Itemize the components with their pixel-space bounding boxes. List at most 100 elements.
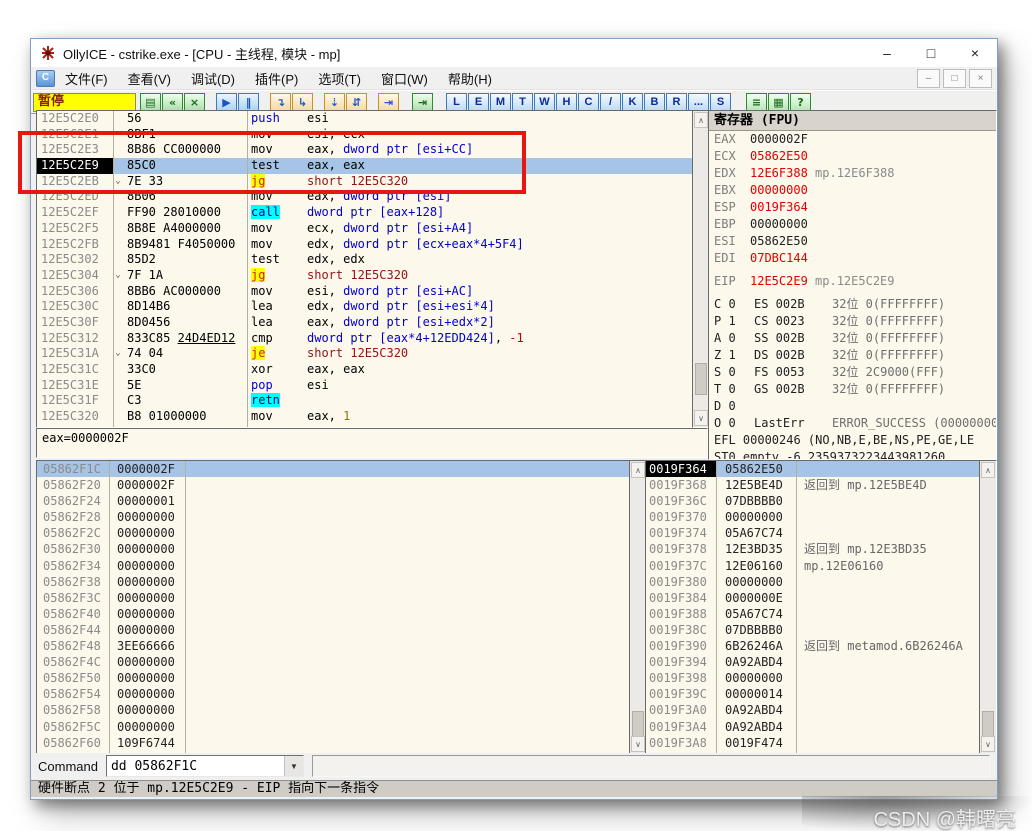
stack-row[interactable]: 0019F37812E3BD35返回到 mp.12E3BD35 (646, 541, 980, 557)
dump-row[interactable]: 05862F4C00000000 (37, 654, 630, 670)
scroll-up-icon[interactable]: ∧ (631, 462, 645, 478)
cpu-window-button[interactable]: C (578, 93, 599, 112)
menu-item[interactable]: 调试(D) (181, 69, 245, 88)
stack-row[interactable]: 0019F36812E5BE4D返回到 mp.12E5BE4D (646, 477, 980, 493)
maximize-icon[interactable]: □ (909, 39, 953, 67)
appearance-button[interactable]: ▦ (768, 93, 789, 112)
efl-row[interactable]: EFL 00000246 (NO,NB,E,BE,NS,PE,GE,LE (709, 432, 996, 449)
mdi-minimize-icon[interactable]: – (917, 69, 940, 88)
stack-row[interactable]: 0019F36C07DBBBB0 (646, 493, 980, 509)
dump-row[interactable]: 05862F3400000000 (37, 558, 630, 574)
dump-row[interactable]: 05862F1C0000002F (37, 461, 630, 477)
stack-row[interactable]: 0019F3906B26246A返回到 metamod.6B26246A (646, 638, 980, 654)
flag-row[interactable]: O 0LastErrERROR_SUCCESS (00000000 (709, 415, 996, 432)
stack-row[interactable]: 0019F3A00A92ABD4 (646, 702, 980, 718)
memory-dump-pane[interactable]: 05862F1C0000002F05862F200000002F05862F24… (36, 460, 631, 754)
menu-item[interactable]: 查看(V) (118, 69, 181, 88)
register-row[interactable]: EDI07DBC144 (709, 250, 996, 267)
disasm-row[interactable]: 12E5C31A⌄74 04jeshort 12E5C320 (37, 346, 693, 362)
menu-item[interactable]: 帮助(H) (438, 69, 502, 88)
stack-row[interactable]: 0019F39C00000014 (646, 686, 980, 702)
pause-button[interactable]: ‖ (238, 93, 259, 112)
title-bar[interactable]: OllyICE - cstrike.exe - [CPU - 主线程, 模块 -… (31, 39, 997, 67)
disasm-row[interactable]: 12E5C2FB8B9481 F4050000movedx, dword ptr… (37, 237, 693, 253)
chevron-down-icon[interactable]: ▼ (284, 756, 303, 776)
st0-row[interactable]: ST0 empty -6.2359373223443981260 (709, 449, 996, 460)
scroll-down-icon[interactable]: ∨ (631, 736, 645, 752)
dump-row[interactable]: 05862F3000000000 (37, 541, 630, 557)
executables-window-button[interactable]: E (468, 93, 489, 112)
dump-row[interactable]: 05862F200000002F (37, 477, 630, 493)
execute-till-return-button[interactable]: ⇥ (378, 93, 399, 112)
menu-item[interactable]: 选项(T) (308, 69, 371, 88)
flag-row[interactable]: A 0SS 002B32位 0(FFFFFFFF) (709, 330, 996, 347)
animate-over-button[interactable]: ⇵ (346, 93, 367, 112)
dump-row[interactable]: 05862F60109F6744 (37, 735, 630, 751)
disasm-row[interactable]: 12E5C312833C85 24D4ED12cmpdword ptr [eax… (37, 331, 693, 347)
dump-row[interactable]: 05862F5000000000 (37, 670, 630, 686)
register-row[interactable]: ESI05862E50 (709, 233, 996, 250)
disasm-row[interactable]: 12E5C304⌄7F 1Ajgshort 12E5C320 (37, 268, 693, 284)
options-button[interactable]: ≡ (746, 93, 767, 112)
scrollbar-thumb[interactable] (632, 711, 644, 739)
stack-row[interactable]: 0019F38805A67C74 (646, 606, 980, 622)
register-row[interactable]: EBP00000000 (709, 216, 996, 233)
disasm-row[interactable]: 12E5C2F58B8E A4000000movecx, dword ptr [… (37, 221, 693, 237)
register-row[interactable]: EDX12E6F388 mp.12E6F388 (709, 165, 996, 182)
scrollbar-thumb[interactable] (982, 711, 994, 739)
menu-item[interactable]: 窗口(W) (371, 69, 438, 88)
eip-row[interactable]: EIP12E5C2E9 mp.12E5C2E9 (709, 273, 996, 290)
call-stack-window-button[interactable]: K (622, 93, 643, 112)
flag-row[interactable]: P 1CS 002332位 0(FFFFFFFF) (709, 313, 996, 330)
stack-row[interactable]: 0019F37000000000 (646, 509, 980, 525)
stack-row[interactable]: 0019F39800000000 (646, 670, 980, 686)
menu-item[interactable]: 文件(F) (55, 69, 118, 88)
command-input[interactable]: dd 05862F1C ▼ (106, 755, 304, 777)
scrollbar-thumb[interactable] (695, 363, 707, 395)
dump-row[interactable]: 05862F2800000000 (37, 509, 630, 525)
disasm-row[interactable]: 12E5C31E5Epopesi (37, 378, 693, 394)
command-value[interactable]: dd 05862F1C (107, 759, 284, 774)
memory-window-button[interactable]: M (490, 93, 511, 112)
scroll-up-icon[interactable]: ∧ (694, 112, 708, 128)
menu-item[interactable]: 插件(P) (245, 69, 308, 88)
flag-row[interactable]: Z 1DS 002B32位 0(FFFFFFFF) (709, 347, 996, 364)
run-trace-window-button[interactable]: ... (688, 93, 709, 112)
source-window-button[interactable]: S (710, 93, 731, 112)
stack-row[interactable]: 0019F3840000000E (646, 590, 980, 606)
close-program-button[interactable]: × (184, 93, 205, 112)
disasm-row[interactable]: 12E5C2E056pushesi (37, 111, 693, 127)
open-file-button[interactable]: ▤ (140, 93, 161, 112)
disasm-row[interactable]: 12E5C320B8 01000000moveax, 1 (37, 409, 693, 425)
column-divider[interactable] (109, 461, 110, 753)
stack-row[interactable]: 0019F3940A92ABD4 (646, 654, 980, 670)
scroll-down-icon[interactable]: ∨ (981, 736, 995, 752)
help-button[interactable]: ? (790, 93, 811, 112)
dump-row[interactable]: 05862F3C00000000 (37, 590, 630, 606)
cpu-child-icon[interactable]: C (36, 70, 55, 87)
flag-row[interactable]: D 0 (709, 398, 996, 415)
dump-row[interactable]: 05862F5C00000000 (37, 719, 630, 735)
disasm-row[interactable]: 12E5C30285D2testedx, edx (37, 252, 693, 268)
mdi-close-icon[interactable]: × (969, 69, 992, 88)
stack-row[interactable]: 0019F3A40A92ABD4 (646, 719, 980, 735)
run-button[interactable]: ▶ (216, 93, 237, 112)
dump-row[interactable]: 05862F5400000000 (37, 686, 630, 702)
scroll-up-icon[interactable]: ∧ (981, 462, 995, 478)
dump-row[interactable]: 05862F4000000000 (37, 606, 630, 622)
mdi-restore-icon[interactable]: □ (943, 69, 966, 88)
registers-pane[interactable]: 寄存器 (FPU) EAX0000002FECX05862E50EDX12E6F… (708, 110, 997, 460)
restart-button[interactable]: « (162, 93, 183, 112)
references-window-button[interactable]: R (666, 93, 687, 112)
handles-window-button[interactable]: H (556, 93, 577, 112)
disasm-row[interactable]: 12E5C3068BB6 AC000000movesi, dword ptr [… (37, 284, 693, 300)
dump-row[interactable]: 05862F3800000000 (37, 574, 630, 590)
dump-row[interactable]: 05862F483EE66666 (37, 638, 630, 654)
disasm-row[interactable]: 12E5C30F8D0456leaeax, dword ptr [esi+edx… (37, 315, 693, 331)
dump-row[interactable]: 05862F2400000001 (37, 493, 630, 509)
breakpoints-window-button[interactable]: B (644, 93, 665, 112)
register-row[interactable]: EIP12E5C2E9 mp.12E5C2E9 (709, 273, 996, 290)
dump-row[interactable]: 05862F2C00000000 (37, 525, 630, 541)
stack-row[interactable]: 0019F38C07DBBBB0 (646, 622, 980, 638)
stack-row[interactable]: 0019F36405862E50 (646, 461, 980, 477)
